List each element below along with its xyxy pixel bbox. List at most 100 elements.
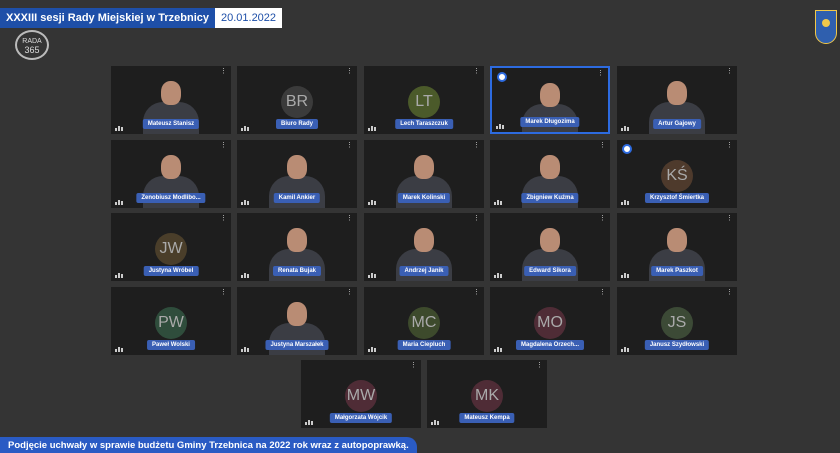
participant-name-label: Kamil Ankier [273,193,321,203]
audio-level-icon [115,199,124,205]
more-options-icon[interactable]: ⋮ [726,215,733,222]
audio-level-icon [115,125,124,131]
participant-name-label: Krzysztof Śmiertka [644,193,710,203]
audio-level-icon [368,125,377,131]
participant-initials-avatar: MC [408,307,440,339]
participant-name-label: Lech Taraszczuk [395,119,453,129]
participant-tile[interactable]: ⋮ Marek Paszkot [617,213,737,281]
audio-level-icon [368,272,377,278]
more-options-icon[interactable]: ⋮ [220,68,227,75]
more-options-icon[interactable]: ⋮ [346,142,353,149]
more-options-icon[interactable]: ⋮ [726,289,733,296]
audio-level-icon [621,272,630,278]
participant-tile[interactable]: ⋮ Andrzej Janik [364,213,484,281]
audio-level-icon [431,419,440,425]
audio-level-icon [621,125,630,131]
participant-tile[interactable]: MW ⋮ Małgorzata Wójcik [301,360,421,428]
participant-initials-avatar: LT [408,86,440,118]
audio-level-icon [368,199,377,205]
participant-tile[interactable]: ⋮ Marek Długozima [490,66,610,134]
participant-tile[interactable]: ⋮ Renata Bujak [237,213,357,281]
speaking-indicator-icon [497,72,507,82]
participant-name-label: Andrzej Janik [399,266,449,276]
audio-level-icon [241,199,250,205]
session-date: 20.01.2022 [214,8,283,28]
participant-name-label: Janusz Szydłowski [644,340,710,350]
participant-tile[interactable]: ⋮ Artur Gajowy [617,66,737,134]
more-options-icon[interactable]: ⋮ [473,289,480,296]
participant-tile[interactable]: ⋮ Zenobiusz Modlibo... [111,140,231,208]
more-options-icon[interactable]: ⋮ [346,68,353,75]
participant-name-label: Mateusz Stanisz [142,119,200,129]
participant-initials-avatar: MO [534,307,566,339]
participant-name-label: Maria Ciepluch [397,340,451,350]
participant-name-label: Marek Kolinski [397,193,451,203]
audio-level-icon [115,272,124,278]
more-options-icon[interactable]: ⋮ [220,289,227,296]
audio-level-icon [494,272,503,278]
participant-tile[interactable]: MK ⋮ Mateusz Kempa [427,360,547,428]
raised-hand-icon [622,144,632,154]
more-options-icon[interactable]: ⋮ [599,289,606,296]
more-options-icon[interactable]: ⋮ [473,142,480,149]
audio-level-icon [494,199,503,205]
participant-name-label: Mateusz Kempa [459,413,515,423]
more-options-icon[interactable]: ⋮ [597,70,604,77]
participant-tile[interactable]: ⋮ Mateusz Stanisz [111,66,231,134]
more-options-icon[interactable]: ⋮ [726,68,733,75]
audio-level-icon [496,123,505,129]
more-options-icon[interactable]: ⋮ [346,289,353,296]
participant-tile[interactable]: KŚ ⋮ Krzysztof Śmiertka [617,140,737,208]
participant-tile[interactable]: JS ⋮ Janusz Szydłowski [617,287,737,355]
audio-level-icon [241,272,250,278]
participant-tile[interactable]: ⋮ Edward Sikora [490,213,610,281]
audio-level-icon [305,419,314,425]
more-options-icon[interactable]: ⋮ [473,215,480,222]
participant-tile[interactable]: MC ⋮ Maria Ciepluch [364,287,484,355]
participant-tile[interactable]: PW ⋮ Paweł Wolski [111,287,231,355]
participant-tile[interactable]: LT ⋮ Lech Taraszczuk [364,66,484,134]
more-options-icon[interactable]: ⋮ [726,142,733,149]
participant-name-label: Marek Długozima [520,117,580,127]
participant-name-label: Renata Bujak [272,266,322,276]
participant-name-label: Magdalena Orzech... [515,340,585,350]
participant-tile[interactable]: ⋮ Zbigniew Kuźma [490,140,610,208]
more-options-icon[interactable]: ⋮ [220,142,227,149]
more-options-icon[interactable]: ⋮ [346,215,353,222]
more-options-icon[interactable]: ⋮ [473,68,480,75]
session-title: XXXIII sesji Rady Miejskiej w Trzebnicy [0,8,215,28]
rada365-logo: RADA 365 [15,30,49,60]
participant-name-label: Zbigniew Kuźma [521,193,579,203]
audio-level-icon [115,346,124,352]
participant-name-label: Paweł Wolski [147,340,195,350]
participant-initials-avatar: JW [155,233,187,265]
audio-level-icon [621,346,630,352]
participant-tile[interactable]: ⋮ Justyna Marszałek [237,287,357,355]
participant-initials-avatar: BR [281,86,313,118]
participant-tile[interactable]: ⋮ Marek Kolinski [364,140,484,208]
more-options-icon[interactable]: ⋮ [599,215,606,222]
participant-initials-avatar: MW [345,380,377,412]
audio-level-icon [241,346,250,352]
participant-tile[interactable]: BR ⋮ Biuro Rady [237,66,357,134]
coat-of-arms-icon [815,10,837,44]
participant-tile[interactable]: MO ⋮ Magdalena Orzech... [490,287,610,355]
more-options-icon[interactable]: ⋮ [599,142,606,149]
participant-tile[interactable]: JW ⋮ Justyna Wróbel [111,213,231,281]
participant-initials-avatar: JS [661,307,693,339]
audio-level-icon [368,346,377,352]
audio-level-icon [621,199,630,205]
participant-initials-avatar: MK [471,380,503,412]
participant-name-label: Justyna Wróbel [143,266,199,276]
participant-name-label: Justyna Marszałek [265,340,329,350]
participant-name-label: Artur Gajowy [653,119,701,129]
session-title-bar: XXXIII sesji Rady Miejskiej w Trzebnicy … [0,8,283,28]
agenda-item-banner: Podjęcie uchwały w sprawie budżetu Gminy… [0,437,417,453]
participant-initials-avatar: KŚ [661,160,693,192]
more-options-icon[interactable]: ⋮ [536,362,543,369]
participant-tile[interactable]: ⋮ Kamil Ankier [237,140,357,208]
participant-name-label: Edward Sikora [524,266,576,276]
audio-level-icon [494,346,503,352]
more-options-icon[interactable]: ⋮ [220,215,227,222]
more-options-icon[interactable]: ⋮ [410,362,417,369]
